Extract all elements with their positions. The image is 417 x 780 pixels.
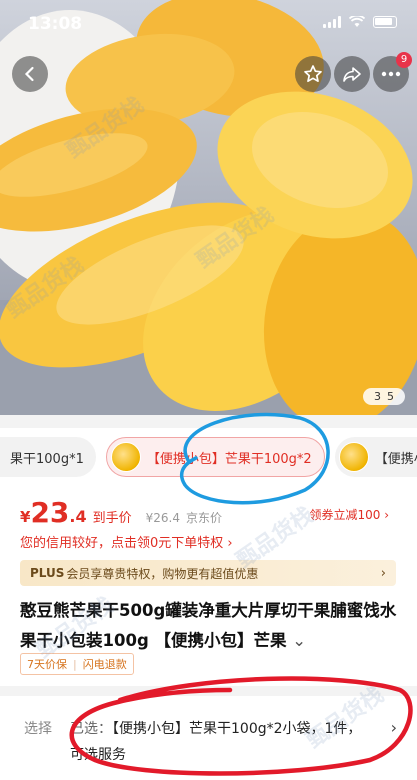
image-counter-total: 5: [387, 390, 394, 403]
price-integer: 23: [30, 496, 70, 529]
image-counter: 35: [363, 388, 405, 405]
service-tag: 7天价保: [27, 658, 67, 671]
plus-banner[interactable]: PLUS 会员享尊贵特权，购物更有超值优惠 ›: [20, 560, 396, 586]
variant-chip-label: 【便携小: [374, 451, 417, 467]
coupon-link[interactable]: 领券立减100 ›: [309, 506, 389, 523]
chevron-left-icon: [24, 66, 34, 82]
original-price-source: 京东价: [186, 511, 223, 525]
original-price: ¥26.4: [145, 511, 180, 525]
variant-chip-selected[interactable]: 【便携小包】芒果干100g*2: [105, 437, 325, 477]
product-info-card: ¥23.4 到手价 ¥26.4 京东价 领券立减100 › 您的信用较好，点击领…: [0, 486, 417, 686]
product-title-text: 憨豆熊芒果干500g罐装净重大片厚切干果脯蜜饯水果干小包装100g 【便携小包】…: [20, 601, 397, 650]
final-price: ¥23.4: [20, 496, 87, 529]
spec-selection-row[interactable]: 选择 已选：【便携小包】芒果干100g*2小袋，1件，可选服务 ›: [0, 696, 417, 780]
wifi-icon: [349, 16, 365, 27]
image-counter-current: 3: [374, 390, 381, 403]
selection-prefix: 已选：: [70, 721, 112, 737]
variant-thumbnail: [110, 442, 141, 472]
variant-strip: 果干100g*1 【便携小包】芒果干100g*2 【便携小: [0, 428, 417, 486]
more-dots-icon: [381, 71, 401, 77]
selection-summary: 已选：【便携小包】芒果干100g*2小袋，1件，可选服务: [70, 716, 370, 768]
plus-banner-text: 会员享尊贵特权，购物更有超值优惠: [66, 566, 259, 581]
price-decimal: .4: [69, 507, 87, 526]
share-button[interactable]: [334, 56, 370, 92]
share-icon: [343, 67, 361, 82]
status-time: 13:08: [28, 14, 83, 34]
product-title[interactable]: 憨豆熊芒果干500g罐装净重大片厚切干果脯蜜饯水果干小包装100g 【便携小包】…: [20, 596, 400, 656]
variant-chip-label: 【便携小包】芒果干100g*2: [146, 451, 312, 467]
variant-chip-label: 果干100g*1: [10, 451, 84, 467]
more-button[interactable]: 9: [373, 52, 412, 92]
favorite-button[interactable]: [295, 56, 331, 92]
divider: |: [73, 657, 77, 671]
variant-chip[interactable]: 【便携小: [334, 437, 417, 477]
star-icon: [304, 65, 322, 83]
variant-thumbnail: [338, 442, 369, 472]
selection-value: 【便携小包】芒果干100g*2小袋，1件，可选服务: [70, 721, 362, 763]
expand-title-icon[interactable]: ⌄: [292, 631, 306, 650]
price-currency: ¥: [20, 508, 31, 526]
status-bar: 13:08: [0, 0, 417, 46]
chevron-right-icon: ›: [380, 565, 386, 581]
battery-icon: [373, 16, 397, 28]
final-price-tag: 到手价: [92, 511, 132, 526]
credit-tip-link[interactable]: 您的信用较好，点击领0元下单特权 ›: [20, 532, 233, 551]
variant-chip[interactable]: 果干100g*1: [0, 437, 96, 477]
chevron-right-icon[interactable]: ›: [391, 718, 397, 737]
service-tag: 闪电退款: [82, 658, 127, 671]
message-badge: 9: [396, 52, 412, 68]
price-row: ¥23.4 到手价 ¥26.4 京东价: [20, 496, 222, 529]
plus-brand: PLUS: [30, 566, 65, 580]
selection-label: 选择: [24, 721, 52, 737]
back-button[interactable]: [12, 56, 48, 92]
signal-icon: [323, 16, 341, 28]
service-tags[interactable]: 7天价保 | 闪电退款: [20, 653, 134, 675]
